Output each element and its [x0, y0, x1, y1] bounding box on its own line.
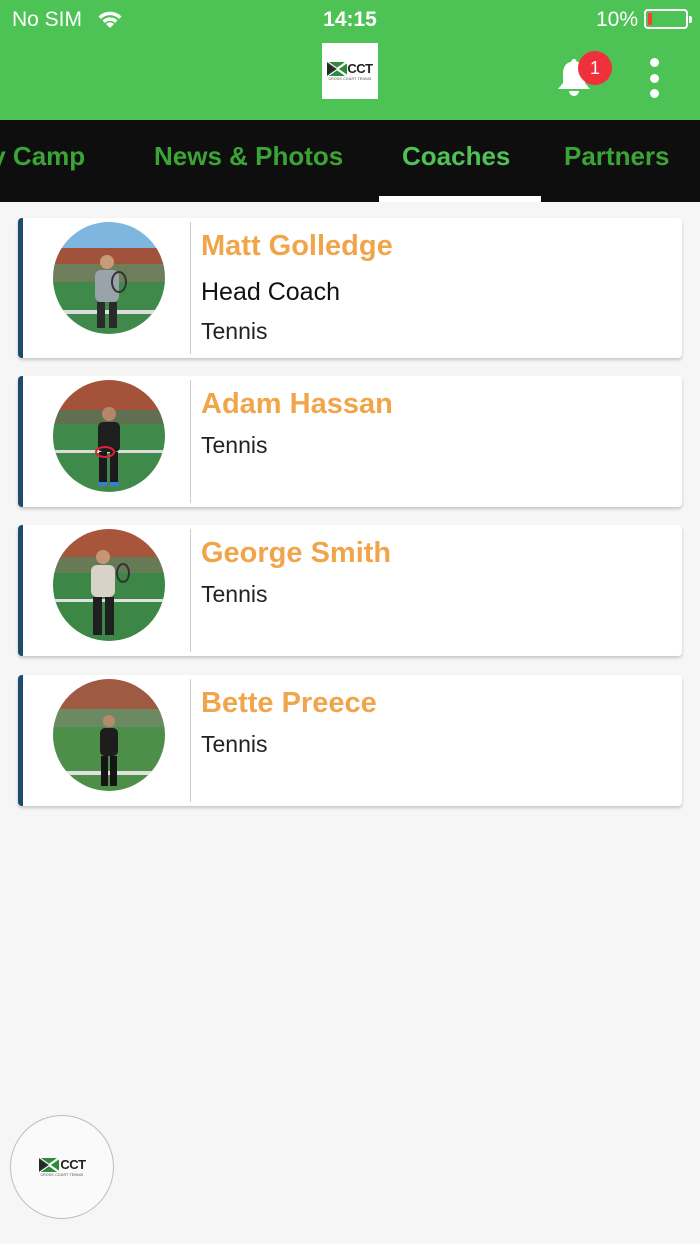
- coach-name: Adam Hassan: [201, 388, 393, 420]
- flag-icon: [38, 1157, 61, 1172]
- card-divider: [190, 529, 191, 652]
- card-divider: [190, 222, 191, 354]
- coach-photo: [53, 679, 165, 791]
- card-divider: [190, 380, 191, 503]
- more-options-icon[interactable]: [640, 58, 668, 98]
- coach-photo: [53, 529, 165, 641]
- logo-subtext: CROSS COURT TENNIS: [328, 77, 372, 81]
- fab-logo-mark: CCT: [38, 1157, 86, 1172]
- floating-logo-button[interactable]: CCT CROSS COURT TENNIS: [10, 1115, 114, 1219]
- active-tab-indicator: [379, 196, 541, 202]
- flag-icon: [327, 61, 348, 76]
- logo-text: CCT: [347, 61, 373, 76]
- battery-percent: 10%: [595, 8, 638, 31]
- coach-sport: Tennis: [201, 432, 268, 458]
- coach-photo: [53, 222, 165, 334]
- tab-coaches[interactable]: Coaches: [402, 120, 510, 202]
- tab-news-photos[interactable]: News & Photos: [154, 120, 343, 202]
- app-logo[interactable]: CCT CROSS COURT TENNIS: [322, 43, 378, 99]
- fab-logo-subtext: CROSS COURT TENNIS: [40, 1173, 84, 1177]
- battery-icon: [644, 9, 692, 29]
- tab-partners[interactable]: Partners: [564, 120, 670, 202]
- app-header: No SIM 14:15 10% CCT CROSS COURT TENNIS …: [0, 0, 700, 120]
- fab-logo-text: CCT: [60, 1157, 86, 1172]
- coach-name: George Smith: [201, 537, 392, 569]
- coach-card[interactable]: Matt Golledge Head Coach Tennis: [18, 218, 682, 358]
- notification-badge: 1: [578, 51, 612, 85]
- coach-sport: Tennis: [201, 318, 268, 344]
- status-bar: No SIM 14:15 10%: [0, 0, 700, 38]
- coach-name: Matt Golledge: [201, 230, 393, 262]
- tab-bar: Day Camp News & Photos Coaches Partners: [0, 120, 700, 202]
- coach-name: Bette Preece: [201, 687, 377, 719]
- card-divider: [190, 679, 191, 802]
- coach-card[interactable]: Adam Hassan Tennis: [18, 376, 682, 507]
- coach-role: Head Coach: [201, 278, 340, 306]
- tab-day-camp[interactable]: Day Camp: [0, 120, 85, 202]
- coach-card[interactable]: Bette Preece Tennis: [18, 675, 682, 806]
- coach-sport: Tennis: [201, 731, 268, 757]
- coach-photo: [53, 380, 165, 492]
- logo-mark: CCT: [327, 61, 373, 76]
- coach-card[interactable]: George Smith Tennis: [18, 525, 682, 656]
- coach-sport: Tennis: [201, 581, 268, 607]
